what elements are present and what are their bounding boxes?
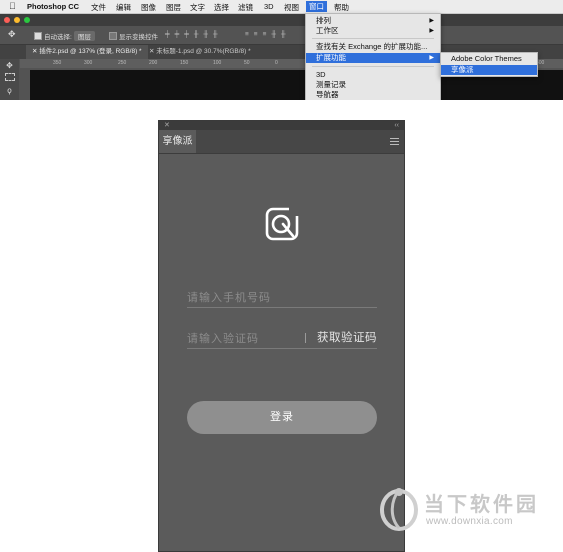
menu-item-workspace[interactable]: 工作区 ▶: [306, 26, 440, 36]
distribute-icons[interactable]: ≡≡≡╫╫: [245, 31, 291, 38]
xiangxiangpai-logo-icon: [265, 207, 299, 241]
extensions-submenu: Adobe Color Themes 享像派: [440, 52, 538, 77]
auto-select-checkbox[interactable]: 自动选择:: [34, 31, 72, 41]
login-button[interactable]: 登录: [187, 401, 377, 434]
minimize-window-icon[interactable]: [14, 17, 20, 23]
show-transform-checkbox[interactable]: 显示变换控件: [109, 31, 158, 41]
menu-item-navigator[interactable]: 导航器: [306, 90, 440, 100]
menu-item-3d[interactable]: 3D: [306, 70, 440, 80]
menu-edit[interactable]: 编辑: [116, 2, 131, 13]
downxia-watermark: 当下软件园 www.downxia.com: [376, 482, 563, 552]
apple-icon[interactable]: : [9, 1, 16, 11]
submenu-item-xiangxiangpai[interactable]: 享像派: [441, 65, 537, 75]
menu-item-label: 3D: [316, 70, 326, 79]
menu-app-name[interactable]: Photoshop CC: [27, 2, 79, 11]
xiangxiangpai-panel: ✕ ‹‹ 享像派 请输入手机号码 请输入验证码 获取验证码 登录: [158, 120, 405, 552]
ruler-tick: 300: [84, 60, 93, 66]
menu-item-label: 导航器: [316, 90, 339, 99]
get-verification-code-button[interactable]: 获取验证码: [317, 329, 377, 345]
submenu-item-label: Adobe Color Themes: [451, 54, 522, 63]
hamburger-icon[interactable]: [390, 138, 399, 145]
verification-code-placeholder: 请输入验证码: [187, 333, 259, 345]
menu-separator: [312, 66, 434, 67]
submenu-arrow-icon: ▶: [429, 18, 434, 24]
ruler-tick: 100: [213, 60, 222, 66]
phone-number-placeholder: 请输入手机号码: [187, 292, 271, 304]
panel-tab-bar: 享像派: [159, 130, 404, 154]
menu-item-measurement-log[interactable]: 测量记录: [306, 80, 440, 90]
menu-item-extensions[interactable]: 扩展功能 ▶: [306, 53, 440, 63]
marquee-tool-icon[interactable]: [5, 73, 15, 81]
field-divider: [305, 333, 306, 343]
menu-item-find-exchange[interactable]: 查找有关 Exchange 的扩展功能...: [306, 42, 440, 52]
align-icons[interactable]: ╪╪╪╫╫╫: [165, 31, 223, 38]
ruler-tick: 0: [275, 60, 278, 66]
menu-item-label: 测量记录: [316, 80, 346, 89]
panel-title-strip: ✕ ‹‹: [159, 121, 404, 130]
watermark-name: 当下软件园: [424, 494, 539, 516]
move-tool-icon[interactable]: ✥: [4, 61, 15, 70]
move-tool-icon[interactable]: ✥: [8, 29, 16, 40]
doc-tab-1-label: 插件2.psd @ 137% (登录, RGB/8) *: [39, 48, 142, 55]
zoom-window-icon[interactable]: [24, 17, 30, 23]
auto-select-label: 自动选择:: [44, 34, 72, 41]
menu-3d[interactable]: 3D: [264, 2, 274, 11]
panel-collapse-icon[interactable]: ‹‹: [394, 121, 399, 130]
panel-close-icon[interactable]: ✕: [164, 121, 170, 130]
ruler-tick: 350: [53, 60, 62, 66]
doc-tab-2[interactable]: ✕ 未标题-1.psd @ 30.7%(RGB/8) *: [143, 45, 257, 59]
ruler-tick: 50: [244, 60, 250, 66]
menu-separator: [312, 38, 434, 39]
menu-item-arrange[interactable]: 排列 ▶: [306, 16, 440, 26]
downxia-logo-icon: [380, 488, 418, 531]
menu-help[interactable]: 帮助: [334, 2, 349, 13]
submenu-item-adobe-color-themes[interactable]: Adobe Color Themes: [441, 54, 537, 64]
ruler-tick: 150: [180, 60, 189, 66]
menu-image[interactable]: 图像: [141, 2, 156, 13]
menu-item-label: 工作区: [316, 26, 339, 35]
watermark-url: www.downxia.com: [426, 516, 513, 527]
menu-bar:  Photoshop CC 文件 编辑 图像 图层 文字 选择 滤镜 3D 视…: [0, 0, 563, 14]
menu-filter[interactable]: 滤镜: [238, 2, 253, 13]
lasso-tool-icon[interactable]: ϙ: [4, 86, 15, 95]
submenu-arrow-icon: ▶: [429, 28, 434, 34]
close-window-icon[interactable]: [4, 17, 10, 23]
menu-item-label: 查找有关 Exchange 的扩展功能...: [316, 42, 428, 51]
menu-item-label: 扩展功能: [316, 53, 346, 62]
menu-file[interactable]: 文件: [91, 2, 106, 13]
ruler-tick: 200: [149, 60, 158, 66]
options-bar: ✥ 自动选择: 图层 显示变换控件 ╪╪╪╫╫╫ ≡≡≡╫╫: [0, 26, 563, 45]
menu-window[interactable]: 窗口: [306, 1, 327, 12]
ruler-tick: 250: [118, 60, 127, 66]
submenu-arrow-icon: ▶: [429, 55, 434, 61]
menu-type[interactable]: 文字: [190, 2, 205, 13]
submenu-item-label: 享像派: [451, 65, 474, 74]
phone-number-field[interactable]: 请输入手机号码: [187, 285, 377, 308]
auto-select-dropdown[interactable]: 图层: [74, 31, 95, 41]
show-transform-label: 显示变换控件: [119, 34, 158, 41]
menu-item-label: 排列: [316, 16, 331, 25]
doc-tab-2-label: 未标题-1.psd @ 30.7%(RGB/8) *: [156, 48, 251, 55]
menu-view[interactable]: 视图: [284, 2, 299, 13]
menu-layer[interactable]: 图层: [166, 2, 181, 13]
panel-tab-xiangxiangpai[interactable]: 享像派: [159, 130, 196, 153]
doc-tab-1[interactable]: ✕ 插件2.psd @ 137% (登录, RGB/8) *: [26, 45, 148, 59]
photoshop-window:  Photoshop CC 文件 编辑 图像 图层 文字 选择 滤镜 3D 视…: [0, 0, 563, 100]
window-menu-dropdown: 排列 ▶ 工作区 ▶ 查找有关 Exchange 的扩展功能... 扩展功能 ▶ 3D…: [305, 13, 441, 100]
verification-code-field[interactable]: 请输入验证码 获取验证码: [187, 326, 377, 349]
tools-panel: ✥ ϙ: [0, 59, 19, 100]
title-bar: [0, 14, 563, 26]
menu-select[interactable]: 选择: [214, 2, 229, 13]
